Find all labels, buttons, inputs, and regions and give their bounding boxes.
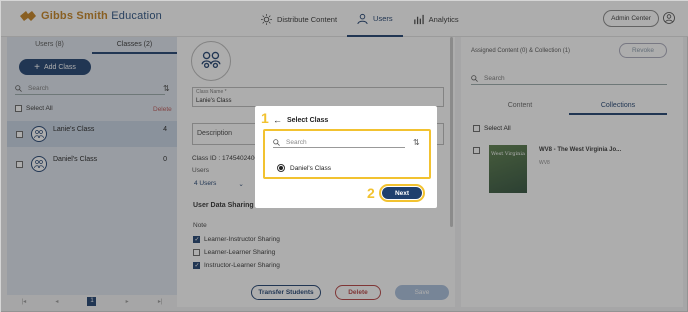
class-picker-highlight: Search ⇅ Daniel's Class (263, 129, 431, 179)
step-marker-2: 2 (367, 185, 375, 201)
step-marker-1: 1 (261, 110, 269, 126)
next-highlight: Next (379, 184, 425, 202)
class-option[interactable]: Daniel's Class (277, 164, 331, 172)
sort-icon[interactable]: ⇅ (413, 138, 420, 147)
search-icon (273, 138, 280, 146)
dialog-search-input[interactable]: Search (273, 137, 405, 148)
dialog-title: ← Select Class (273, 115, 329, 125)
next-button[interactable]: Next (382, 187, 422, 199)
back-arrow-icon[interactable]: ← (273, 115, 282, 125)
app-window: Gibbs Smith Education Distribute Content… (0, 0, 688, 312)
class-radio[interactable] (277, 164, 285, 172)
select-class-dialog: 1 ← Select Class Search ⇅ Daniel's Class… (255, 106, 437, 208)
